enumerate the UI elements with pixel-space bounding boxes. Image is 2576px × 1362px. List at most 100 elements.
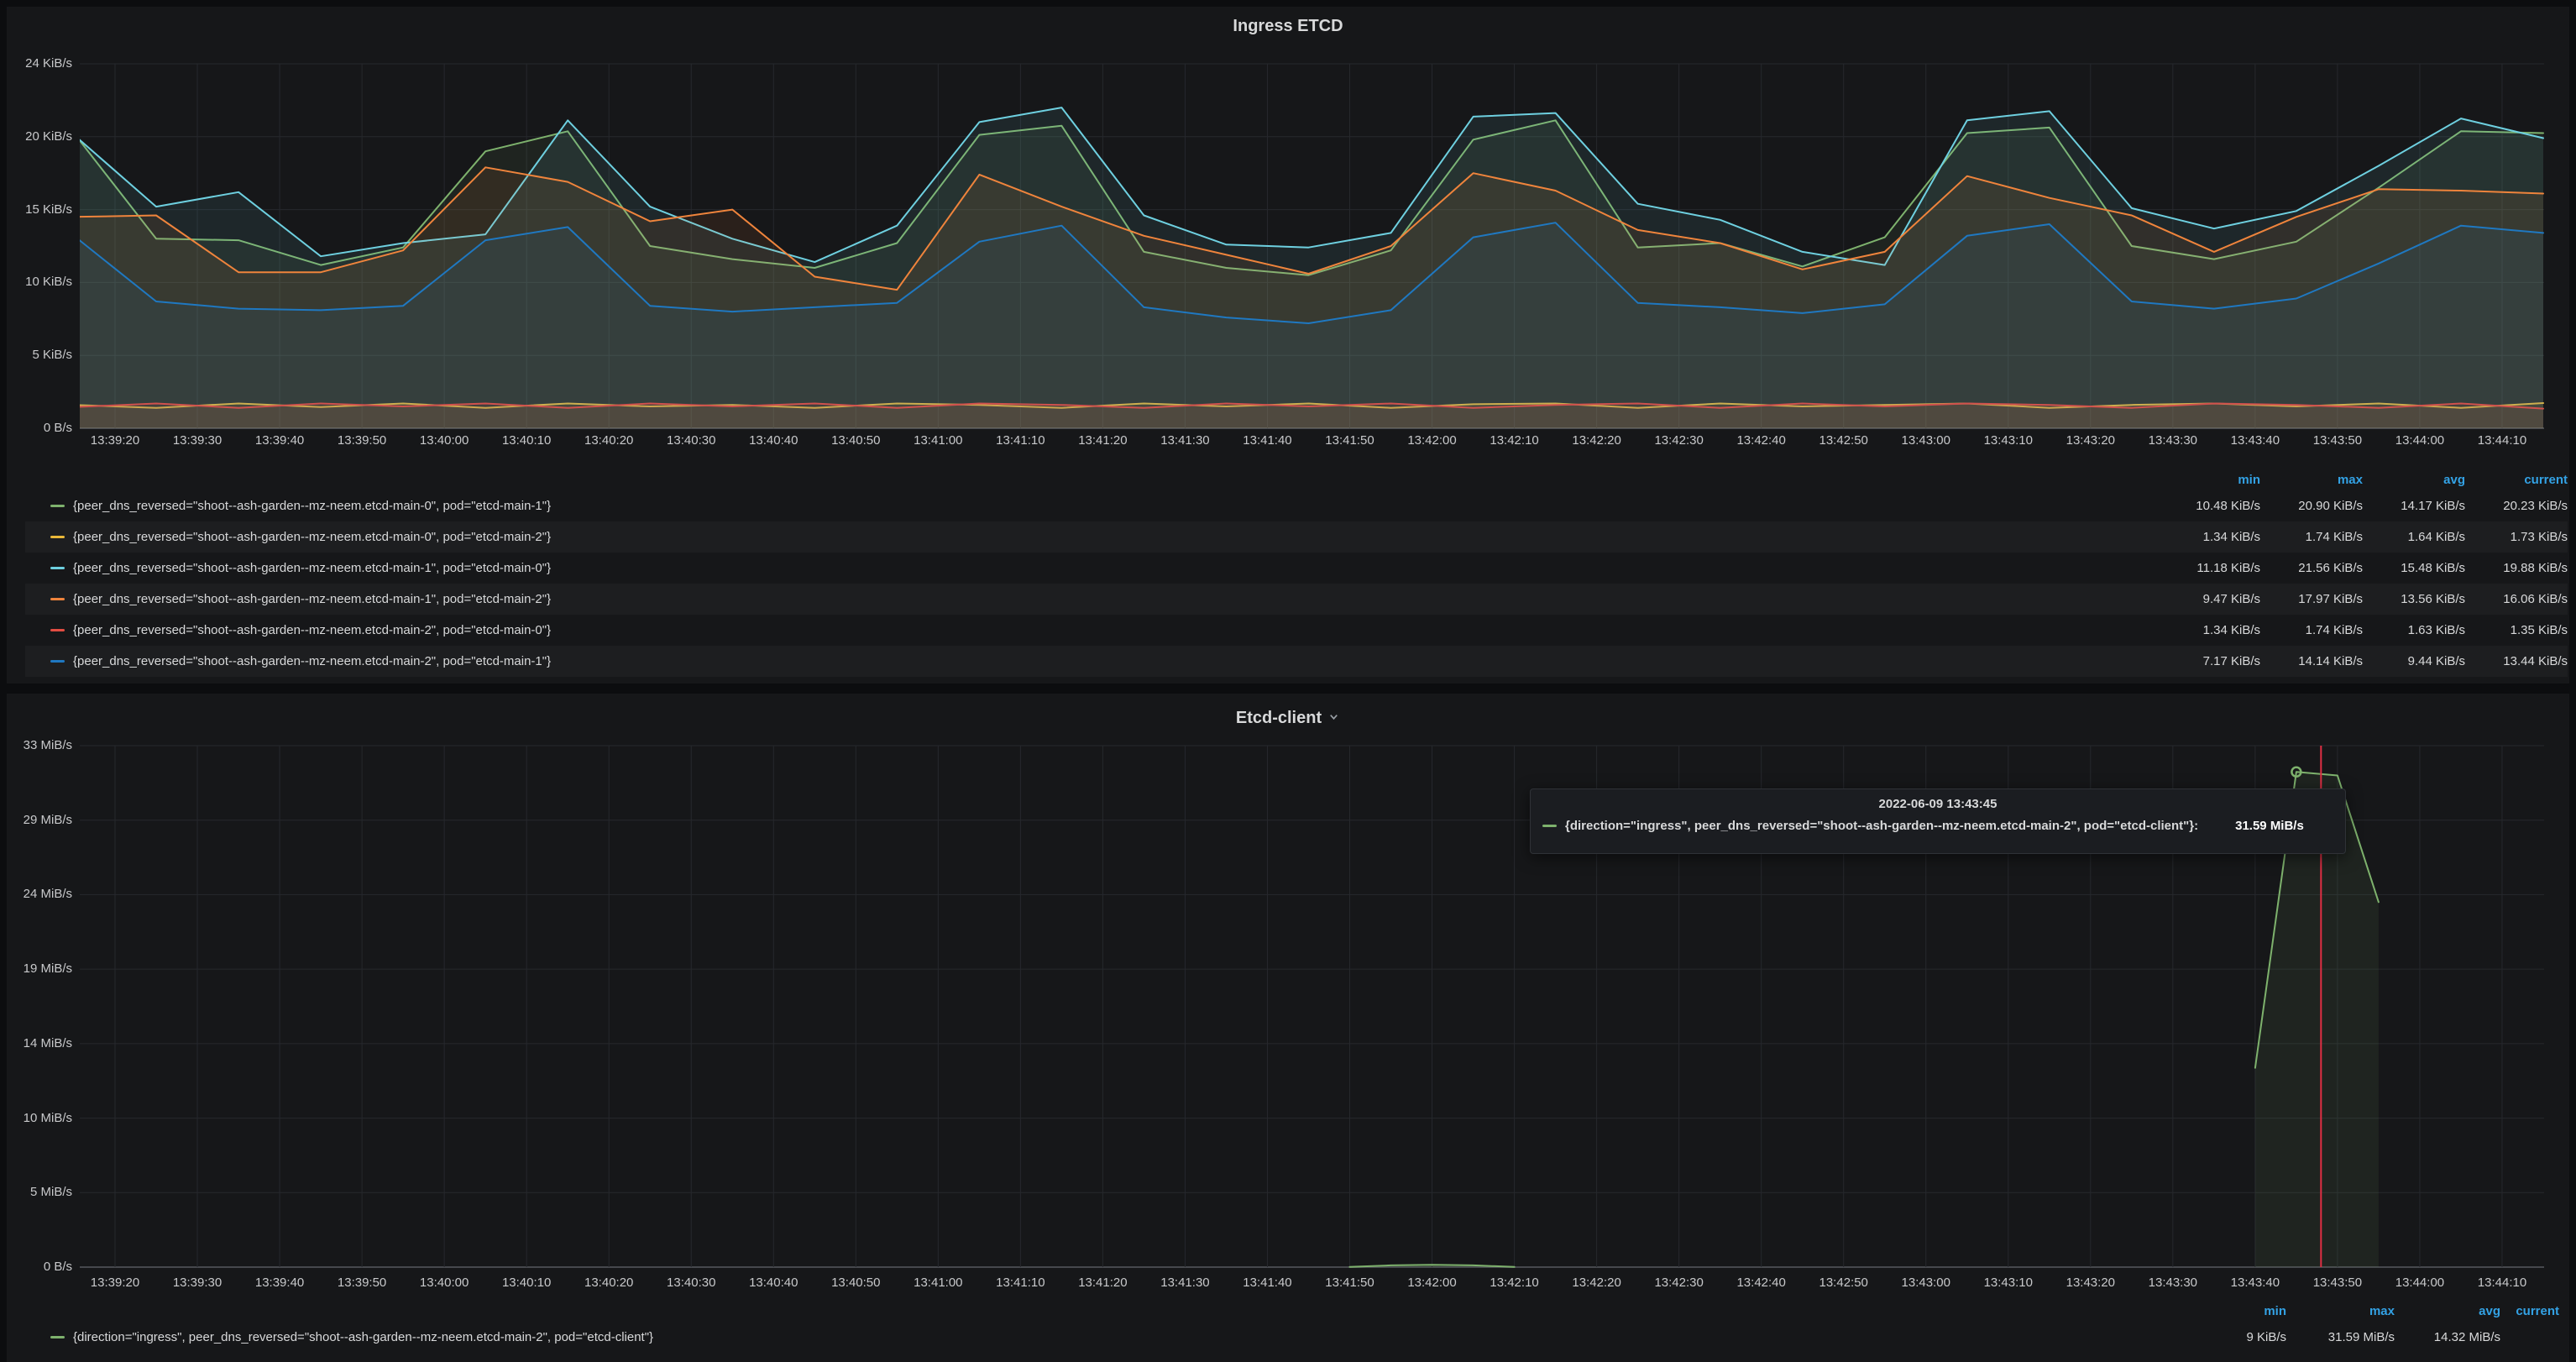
x-axis-tick-label: 13:40:00 — [402, 1276, 486, 1291]
series-color-dash — [50, 536, 65, 538]
legend-max-value: 14.14 KiB/s — [2260, 654, 2363, 668]
x-axis-tick-label: 13:42:20 — [1555, 433, 1639, 448]
x-axis-tick-label: 13:40:10 — [484, 1276, 568, 1291]
y-axis-tick-label: 0 B/s — [0, 1260, 72, 1275]
x-axis-tick-label: 13:41:20 — [1060, 1276, 1144, 1291]
x-axis-tick-label: 13:41:00 — [896, 433, 980, 448]
x-axis-tick-label: 13:43:40 — [2213, 433, 2297, 448]
legend-avg-value: 13.56 KiB/s — [2363, 592, 2465, 606]
x-axis-tick-label: 13:40:30 — [649, 433, 733, 448]
y-axis-tick-label: 24 MiB/s — [0, 887, 72, 902]
y-axis-tick-label: 14 MiB/s — [0, 1036, 72, 1051]
y-axis-tick-label: 0 B/s — [0, 421, 72, 436]
x-axis-tick-label: 13:43:30 — [2131, 433, 2215, 448]
x-axis-tick-label: 13:40:20 — [567, 433, 651, 448]
x-axis-tick-label: 13:43:00 — [1884, 1276, 1968, 1291]
x-axis-tick-label: 13:40:50 — [814, 1276, 898, 1291]
legend-header-current[interactable]: current — [2500, 1304, 2559, 1318]
legend-series-label[interactable]: {peer_dns_reversed="shoot--ash-garden--m… — [73, 530, 2158, 544]
legend-current-value: 1.73 KiB/s — [2465, 530, 2568, 544]
x-axis-tick-label: 13:39:30 — [155, 433, 239, 448]
panel-title-text: Ingress ETCD — [1233, 17, 1343, 35]
x-axis-tick-label: 13:43:50 — [2296, 1276, 2380, 1291]
x-axis-tick-label: 13:41:50 — [1308, 433, 1392, 448]
series-color-dash — [1542, 825, 1557, 827]
x-axis-tick-label: 13:41:30 — [1143, 433, 1227, 448]
x-axis-tick-label: 13:40:50 — [814, 433, 898, 448]
legend-current-value: 13.44 KiB/s — [2465, 654, 2568, 668]
x-axis-tick-label: 13:41:00 — [896, 1276, 980, 1291]
x-axis-tick-label: 13:42:50 — [1802, 433, 1886, 448]
x-axis-tick-label: 13:43:10 — [1966, 433, 2050, 448]
x-axis-tick-label: 13:41:40 — [1225, 1276, 1309, 1291]
x-axis-tick-label: 13:42:30 — [1637, 1276, 1721, 1291]
x-axis-tick-label: 13:42:20 — [1555, 1276, 1639, 1291]
legend-header-max[interactable]: max — [2286, 1304, 2395, 1318]
legend-row: {peer_dns_reversed="shoot--ash-garden--m… — [25, 584, 2568, 615]
legend-avg-value: 14.32 MiB/s — [2395, 1330, 2500, 1344]
x-axis-tick-label: 13:43:40 — [2213, 1276, 2297, 1291]
tooltip-timestamp: 2022-06-09 13:43:45 — [1531, 797, 2345, 811]
x-axis-tick-label: 13:42:00 — [1390, 433, 1474, 448]
legend-series-label[interactable]: {peer_dns_reversed="shoot--ash-garden--m… — [73, 623, 2158, 637]
x-axis-tick-label: 13:39:30 — [155, 1276, 239, 1291]
y-axis-tick-label: 5 MiB/s — [0, 1185, 72, 1200]
series-color-dash — [50, 505, 65, 507]
legend-header-avg[interactable]: avg — [2363, 473, 2465, 487]
legend-series-label[interactable]: {direction="ingress", peer_dns_reversed=… — [73, 1330, 2177, 1344]
x-axis-tick-label: 13:42:00 — [1390, 1276, 1474, 1291]
x-axis-tick-label: 13:41:50 — [1308, 1276, 1392, 1291]
legend-series-label[interactable]: {peer_dns_reversed="shoot--ash-garden--m… — [73, 499, 2158, 513]
legend-header-current[interactable]: current — [2465, 473, 2568, 487]
legend-row: {peer_dns_reversed="shoot--ash-garden--m… — [25, 490, 2568, 521]
x-axis-tick-label: 13:43:20 — [2049, 433, 2133, 448]
legend-header-avg[interactable]: avg — [2395, 1304, 2500, 1318]
y-axis-tick-label: 10 MiB/s — [0, 1111, 72, 1126]
x-axis-tick-label: 13:42:30 — [1637, 433, 1721, 448]
x-axis-tick-label: 13:39:50 — [320, 433, 404, 448]
x-axis-tick-label: 13:41:40 — [1225, 433, 1309, 448]
legend-header-min[interactable]: min — [2177, 1304, 2286, 1318]
tooltip-series-label: {direction="ingress", peer_dns_reversed=… — [1565, 819, 2198, 833]
legend-current-value: 16.06 KiB/s — [2465, 592, 2568, 606]
legend-header-row: min max avg current — [25, 1300, 2568, 1322]
x-axis-tick-label: 13:43:20 — [2049, 1276, 2133, 1291]
series-color-dash — [50, 629, 65, 631]
grafana-dashboard: { "colors": { "page_background": "#0c0d0… — [0, 0, 2576, 1362]
x-axis-tick-label: 13:44:00 — [2378, 433, 2462, 448]
x-axis-tick-label: 13:44:00 — [2378, 1276, 2462, 1291]
legend-series-label[interactable]: {peer_dns_reversed="shoot--ash-garden--m… — [73, 592, 2158, 606]
series-color-dash — [50, 660, 65, 663]
series-color-dash — [50, 598, 65, 600]
legend-min-value: 9 KiB/s — [2177, 1330, 2286, 1344]
legend-max-value: 20.90 KiB/s — [2260, 499, 2363, 513]
y-axis-tick-label: 10 KiB/s — [0, 275, 72, 290]
panel-title-ingress-etcd[interactable]: Ingress ETCD — [0, 17, 2576, 36]
legend-row: {peer_dns_reversed="shoot--ash-garden--m… — [25, 521, 2568, 553]
tooltip-value: 31.59 MiB/s — [2235, 819, 2304, 833]
x-axis-tick-label: 13:39:50 — [320, 1276, 404, 1291]
legend-etcd-client: min max avg current {direction="ingress"… — [25, 1300, 2568, 1353]
x-axis-tick-label: 13:39:20 — [73, 1276, 157, 1291]
y-axis-tick-label: 29 MiB/s — [0, 813, 72, 828]
panel-title-text: Etcd-client — [1236, 709, 1322, 728]
legend-ingress-etcd: min max avg current {peer_dns_reversed="… — [25, 469, 2568, 677]
legend-header-max[interactable]: max — [2260, 473, 2363, 487]
chart-canvas[interactable] — [0, 0, 2576, 1362]
x-axis-tick-label: 13:43:30 — [2131, 1276, 2215, 1291]
legend-avg-value: 14.17 KiB/s — [2363, 499, 2465, 513]
legend-min-value: 7.17 KiB/s — [2158, 654, 2260, 668]
chevron-down-icon[interactable] — [1327, 709, 1340, 728]
x-axis-tick-label: 13:41:10 — [978, 433, 1062, 448]
legend-avg-value: 15.48 KiB/s — [2363, 561, 2465, 575]
y-axis-tick-label: 24 KiB/s — [0, 56, 72, 71]
legend-min-value: 1.34 KiB/s — [2158, 623, 2260, 637]
legend-max-value: 1.74 KiB/s — [2260, 623, 2363, 637]
legend-max-value: 1.74 KiB/s — [2260, 530, 2363, 544]
legend-current-value: 20.23 KiB/s — [2465, 499, 2568, 513]
series-color-dash — [50, 1336, 65, 1338]
legend-header-min[interactable]: min — [2158, 473, 2260, 487]
legend-series-label[interactable]: {peer_dns_reversed="shoot--ash-garden--m… — [73, 561, 2158, 575]
panel-title-etcd-client[interactable]: Etcd-client — [0, 709, 2576, 728]
legend-series-label[interactable]: {peer_dns_reversed="shoot--ash-garden--m… — [73, 654, 2158, 668]
